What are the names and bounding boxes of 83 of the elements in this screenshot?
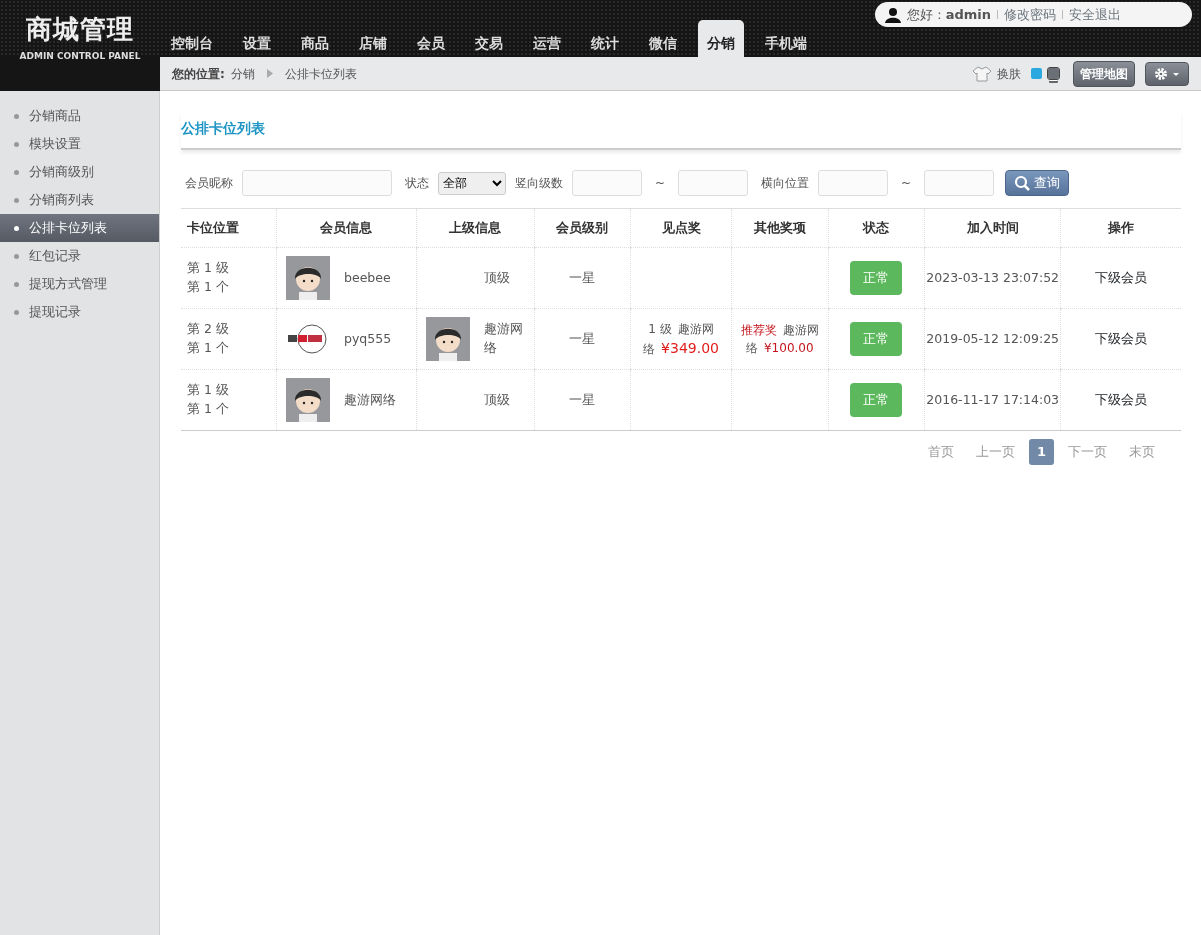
filter-label: 状态 [405,175,429,192]
page-link[interactable]: 1 [1028,439,1054,465]
sidebar-item[interactable]: 公排卡位列表 [0,214,159,242]
table-cell: 一星 [534,247,631,309]
sidebar-item[interactable]: 模块设置 [0,130,159,158]
avatar-placeholder [286,378,331,422]
column-header: 会员级别 [534,208,631,248]
nav-tab[interactable]: 控制台 [162,20,222,57]
nav-tab[interactable]: 设置 [234,20,280,57]
gear-icon [1154,67,1180,81]
column-header: 上级信息 [416,208,535,248]
table-cell: 2019-05-12 12:09:25 [924,308,1061,370]
parent-name: 顶级 [483,268,510,287]
shirt-icon [973,65,991,82]
nav-tab[interactable]: 运营 [524,20,570,57]
parent-name: 趣游网络 [483,320,524,357]
sidebar-item[interactable]: 分销商级别 [0,158,159,186]
range-separator: ~ [901,175,912,192]
position-text: 第 1 级 第 1 个 [187,382,229,416]
filter-label: 横向位置 [761,175,810,192]
table-cell: 一星 [534,369,631,431]
breadcrumb-item[interactable]: 分销 [230,64,255,83]
nav-tab[interactable]: 统计 [582,20,628,57]
range-separator: ~ [655,175,666,192]
avatar-placeholder [286,256,331,300]
nav-tab[interactable]: 会员 [408,20,454,57]
column-header: 操作 [1060,208,1181,248]
sidebar-item[interactable]: 红包记录 [0,242,159,270]
page-title: 公排卡位列表 [181,111,1181,150]
logo-subtitle: ADMIN CONTROL PANEL [18,50,142,63]
status-select[interactable]: 全部 [438,171,506,195]
position-text: 第 1 级 第 1 个 [187,260,229,294]
map-button[interactable]: 管理地图 [1073,60,1135,87]
skin-label: 换肤 [997,65,1021,83]
column-header: 加入时间 [924,208,1061,248]
nav-tab[interactable]: 交易 [466,20,512,57]
nav-tab[interactable]: 手机端 [756,20,816,57]
member-name: pyq555 [344,329,392,348]
nav-tab[interactable]: 店铺 [350,20,396,57]
input-field[interactable] [924,170,995,196]
skin-swatch[interactable] [1031,68,1042,79]
nav-tab[interactable]: 分销 [698,20,744,57]
table-cell: 2023-03-13 23:07:52 [924,247,1061,309]
chevron-icon [266,69,273,78]
greeting-text: 您好 : admin [907,5,991,24]
sub-member-link[interactable]: 下级会员 [1095,330,1148,346]
award-text: 1 级 趣游网络 ¥349.00 [642,320,720,358]
breadcrumb-label: 您的位置: [172,65,225,83]
user-link[interactable]: 安全退出 [1069,4,1121,25]
nickname-field[interactable] [242,170,392,196]
position-text: 第 2 级 第 1 个 [187,321,229,355]
sidebar-item[interactable]: 提现方式管理 [0,270,159,298]
column-header: 卡位位置 [181,208,277,248]
member-name: beebee [344,268,391,287]
column-header: 会员信息 [276,208,417,248]
sidebar-item[interactable]: 分销商品 [0,102,159,130]
settings-button[interactable] [1145,61,1189,86]
table-cell: 一星 [534,308,631,370]
logo-title: 商城管理 [25,16,135,42]
sub-member-link[interactable]: 下级会员 [1095,391,1148,407]
column-header: 其他奖项 [731,208,829,248]
avatar-placeholder [425,317,470,361]
nav-tab[interactable]: 微信 [640,20,686,57]
user-icon [885,6,901,23]
input-field[interactable] [678,170,749,196]
sidebar-item[interactable]: 分销商列表 [0,186,159,214]
sub-member-link[interactable]: 下级会员 [1095,269,1148,285]
breadcrumb-item: 公排卡位列表 [284,65,357,83]
search-icon [1014,175,1031,191]
sidebar-item[interactable]: 提现记录 [0,298,159,326]
filter-label: 竖向级数 [515,175,563,192]
column-header: 状态 [828,208,925,248]
award-text: 推荐奖 趣游网络 ¥100.00 [739,321,820,357]
parent-name: 顶级 [483,390,510,409]
search-button[interactable]: 查询 [1005,170,1070,196]
input-field[interactable] [572,170,642,196]
nav-tab[interactable]: 商品 [292,20,338,57]
input-field[interactable] [818,170,889,196]
member-name: 趣游网络 [344,390,397,409]
table-cell: 2016-11-17 17:14:03 [924,369,1061,431]
filter-label: 会员昵称 [185,175,233,192]
user-link[interactable]: 修改密码 [1004,4,1056,25]
column-header: 见点奖 [630,208,732,248]
